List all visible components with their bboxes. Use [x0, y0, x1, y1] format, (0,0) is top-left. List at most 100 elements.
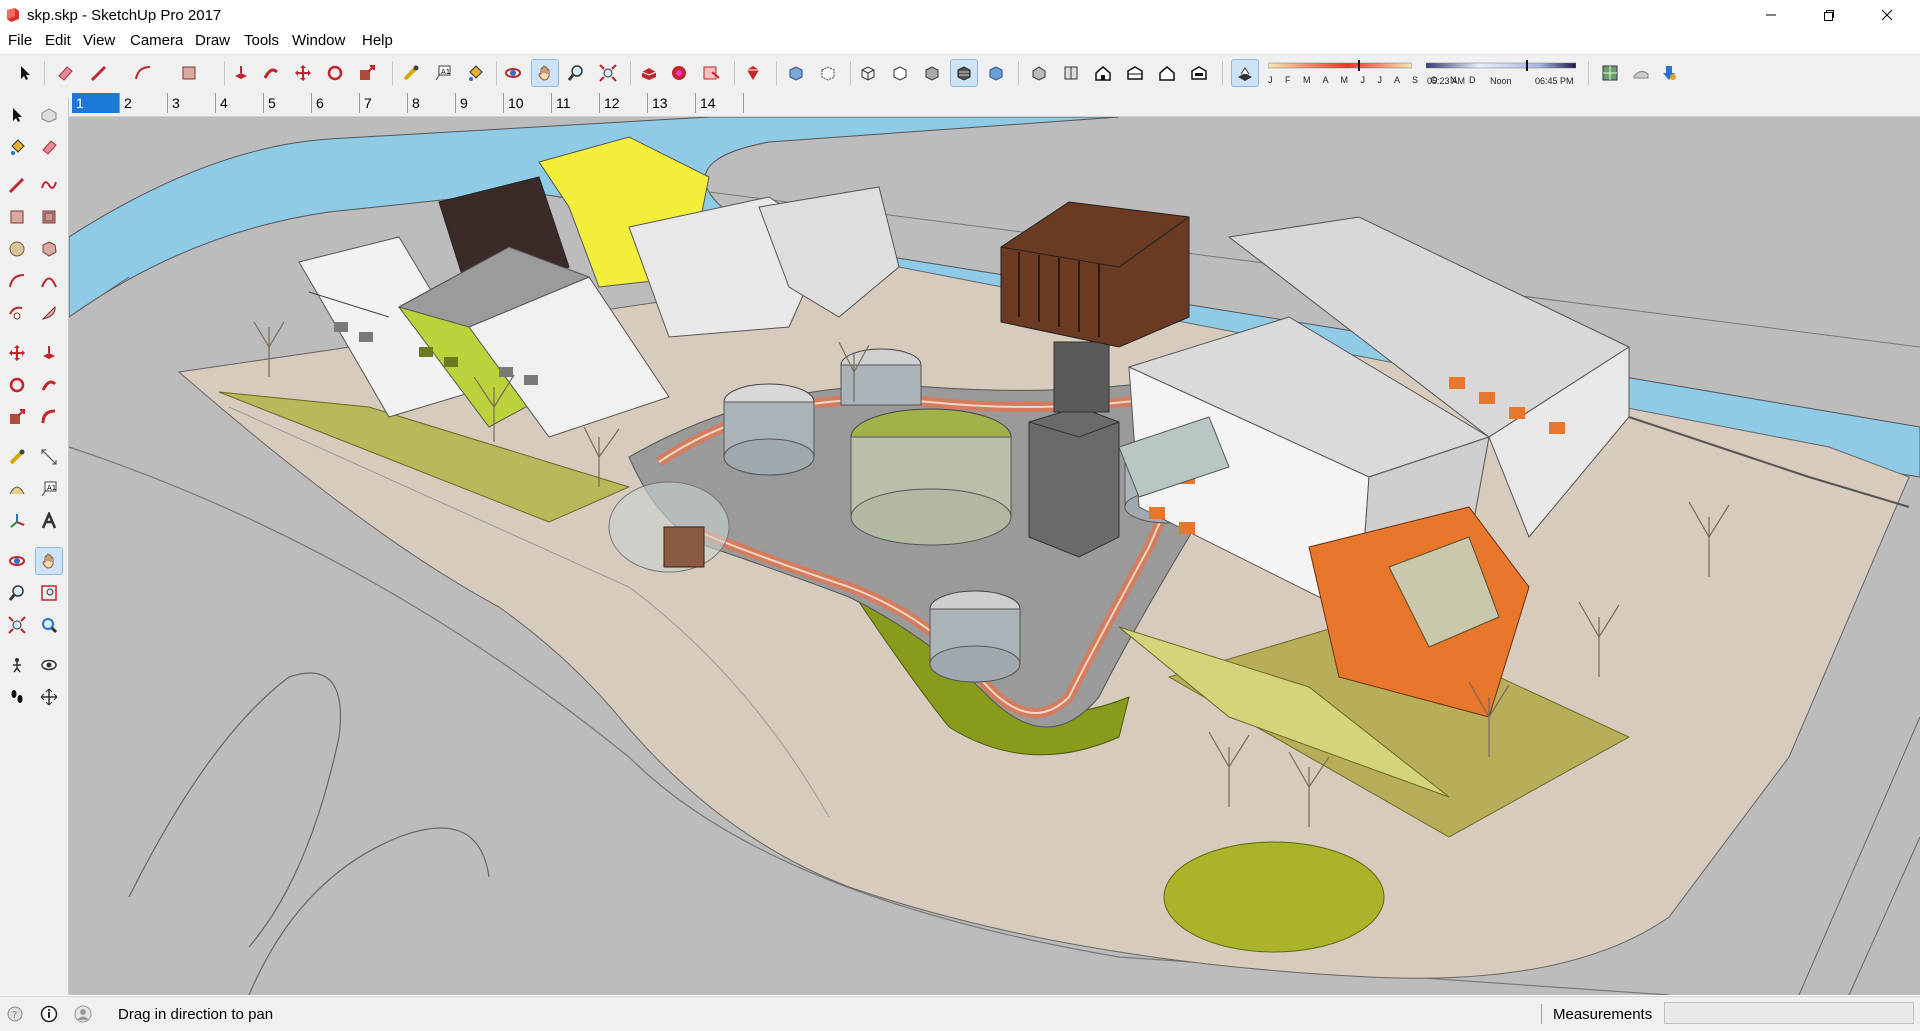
- lt-protractor-button[interactable]: [4, 476, 30, 502]
- close-button[interactable]: [1864, 0, 1910, 30]
- menu-tools[interactable]: Tools: [242, 32, 281, 49]
- scene-tab-10[interactable]: 10: [504, 93, 552, 113]
- menu-draw[interactable]: Draw: [193, 32, 232, 49]
- extension-warehouse-button[interactable]: [666, 60, 692, 86]
- xray-style-button[interactable]: [783, 60, 809, 86]
- scene-tab-5[interactable]: 5: [264, 93, 312, 113]
- geo-location-button[interactable]: [1597, 60, 1623, 86]
- scene-tab-12[interactable]: 12: [600, 93, 648, 113]
- sandbox-button[interactable]: [1628, 60, 1654, 86]
- shaded-style-button[interactable]: [919, 60, 945, 86]
- lt-zoom-window-button[interactable]: [36, 580, 62, 606]
- lt-circle-button[interactable]: [4, 236, 30, 262]
- lt-section-plane-button[interactable]: [36, 684, 62, 710]
- right-view-button[interactable]: [1122, 60, 1148, 86]
- scene-tab-9[interactable]: 9: [456, 93, 504, 113]
- left-view-button[interactable]: [1186, 60, 1212, 86]
- lt-select-button[interactable]: [4, 102, 30, 128]
- lt-follow-me-button[interactable]: [36, 372, 62, 398]
- lt-rotate-button[interactable]: [4, 372, 30, 398]
- user-account-icon[interactable]: [74, 1005, 92, 1023]
- shadows-toggle-button[interactable]: [1231, 59, 1259, 87]
- scene-tab-2[interactable]: 2: [120, 93, 168, 113]
- lt-dimension-button[interactable]: [36, 444, 62, 470]
- lt-line-button[interactable]: [4, 172, 30, 198]
- menu-view[interactable]: View: [81, 32, 117, 49]
- zoom-extents-tool-button[interactable]: [595, 60, 621, 86]
- model-viewport[interactable]: [69, 117, 1920, 995]
- menu-file[interactable]: File: [6, 32, 34, 49]
- lt-orbit-button[interactable]: [4, 548, 30, 574]
- lt-look-around-button[interactable]: [36, 652, 62, 678]
- back-edges-style-button[interactable]: [815, 60, 841, 86]
- lt-axes-button[interactable]: [4, 508, 30, 534]
- lt-push-pull-button[interactable]: [36, 340, 62, 366]
- zoom-tool-button[interactable]: [563, 60, 589, 86]
- top-view-button[interactable]: [1058, 60, 1084, 86]
- lt-2point-arc-button[interactable]: [36, 268, 62, 294]
- scene-tab-7[interactable]: 7: [360, 93, 408, 113]
- tape-measure-tool-button[interactable]: [398, 60, 424, 86]
- paint-bucket-tool-button[interactable]: [462, 60, 488, 86]
- follow-me-tool-button[interactable]: [258, 60, 284, 86]
- monochrome-style-button[interactable]: [983, 60, 1009, 86]
- front-view-button[interactable]: [1090, 60, 1116, 86]
- lt-scale-button[interactable]: [4, 404, 30, 430]
- lt-polygon-button[interactable]: [36, 236, 62, 262]
- scene-tab-8[interactable]: 8: [408, 93, 456, 113]
- push-pull-tool-button[interactable]: [228, 60, 254, 86]
- wireframe-style-button[interactable]: [855, 60, 881, 86]
- menu-help[interactable]: Help: [360, 32, 395, 49]
- lt-move-button[interactable]: [4, 340, 30, 366]
- add-location-button[interactable]: [1656, 60, 1682, 86]
- eraser-tool-button[interactable]: [52, 60, 78, 86]
- lt-3point-arc-button[interactable]: [4, 300, 30, 326]
- shadow-date-slider[interactable]: [1267, 60, 1413, 72]
- lt-freehand-button[interactable]: [36, 172, 62, 198]
- lt-offset-button[interactable]: [36, 404, 62, 430]
- scale-tool-button[interactable]: [354, 60, 380, 86]
- lt-tape-measure-button[interactable]: [4, 444, 30, 470]
- iso-view-button[interactable]: [1026, 60, 1052, 86]
- text-tool-button[interactable]: A1: [430, 60, 456, 86]
- scene-tab-6[interactable]: 6: [312, 93, 360, 113]
- info-icon[interactable]: [40, 1005, 58, 1023]
- lt-3d-text-button[interactable]: [36, 508, 62, 534]
- lt-rotated-rectangle-button[interactable]: [36, 204, 62, 230]
- restore-button[interactable]: [1806, 0, 1852, 30]
- lt-pie-button[interactable]: [36, 300, 62, 326]
- lt-make-component-button[interactable]: [36, 102, 62, 128]
- lt-text-button[interactable]: A1: [36, 476, 62, 502]
- measurements-input[interactable]: [1664, 1002, 1914, 1024]
- lt-position-camera-button[interactable]: [4, 652, 30, 678]
- lt-pan-button[interactable]: [35, 547, 63, 575]
- select-tool-button[interactable]: [12, 60, 38, 86]
- scene-tab-11[interactable]: 11: [552, 93, 600, 113]
- ruby-console-button[interactable]: [740, 60, 766, 86]
- lt-paint-bucket-button[interactable]: [4, 134, 30, 160]
- menu-camera[interactable]: Camera: [128, 32, 185, 49]
- arc-tool-button[interactable]: [130, 60, 156, 86]
- scene-tab-1[interactable]: 1: [72, 93, 120, 113]
- hidden-line-style-button[interactable]: [887, 60, 913, 86]
- line-tool-button[interactable]: [86, 60, 112, 86]
- geo-status-icon[interactable]: ?: [6, 1005, 24, 1023]
- scene-tab-13[interactable]: 13: [648, 93, 696, 113]
- minimize-button[interactable]: [1748, 0, 1794, 30]
- scene-tab-14[interactable]: 14: [696, 93, 744, 113]
- menu-window[interactable]: Window: [290, 32, 347, 49]
- send-to-layout-button[interactable]: [698, 60, 724, 86]
- orbit-tool-button[interactable]: [500, 60, 526, 86]
- lt-previous-view-button[interactable]: [36, 612, 62, 638]
- back-view-button[interactable]: [1154, 60, 1180, 86]
- move-tool-button[interactable]: [290, 60, 316, 86]
- lt-walk-button[interactable]: [4, 684, 30, 710]
- lt-zoom-extents-button[interactable]: [4, 612, 30, 638]
- pan-tool-button[interactable]: [531, 59, 559, 87]
- rectangle-tool-button[interactable]: [176, 60, 202, 86]
- lt-eraser-button[interactable]: [36, 134, 62, 160]
- scene-tab-4[interactable]: 4: [216, 93, 264, 113]
- lt-arc-button[interactable]: [4, 268, 30, 294]
- lt-rectangle-button[interactable]: [4, 204, 30, 230]
- 3d-warehouse-button[interactable]: [636, 60, 662, 86]
